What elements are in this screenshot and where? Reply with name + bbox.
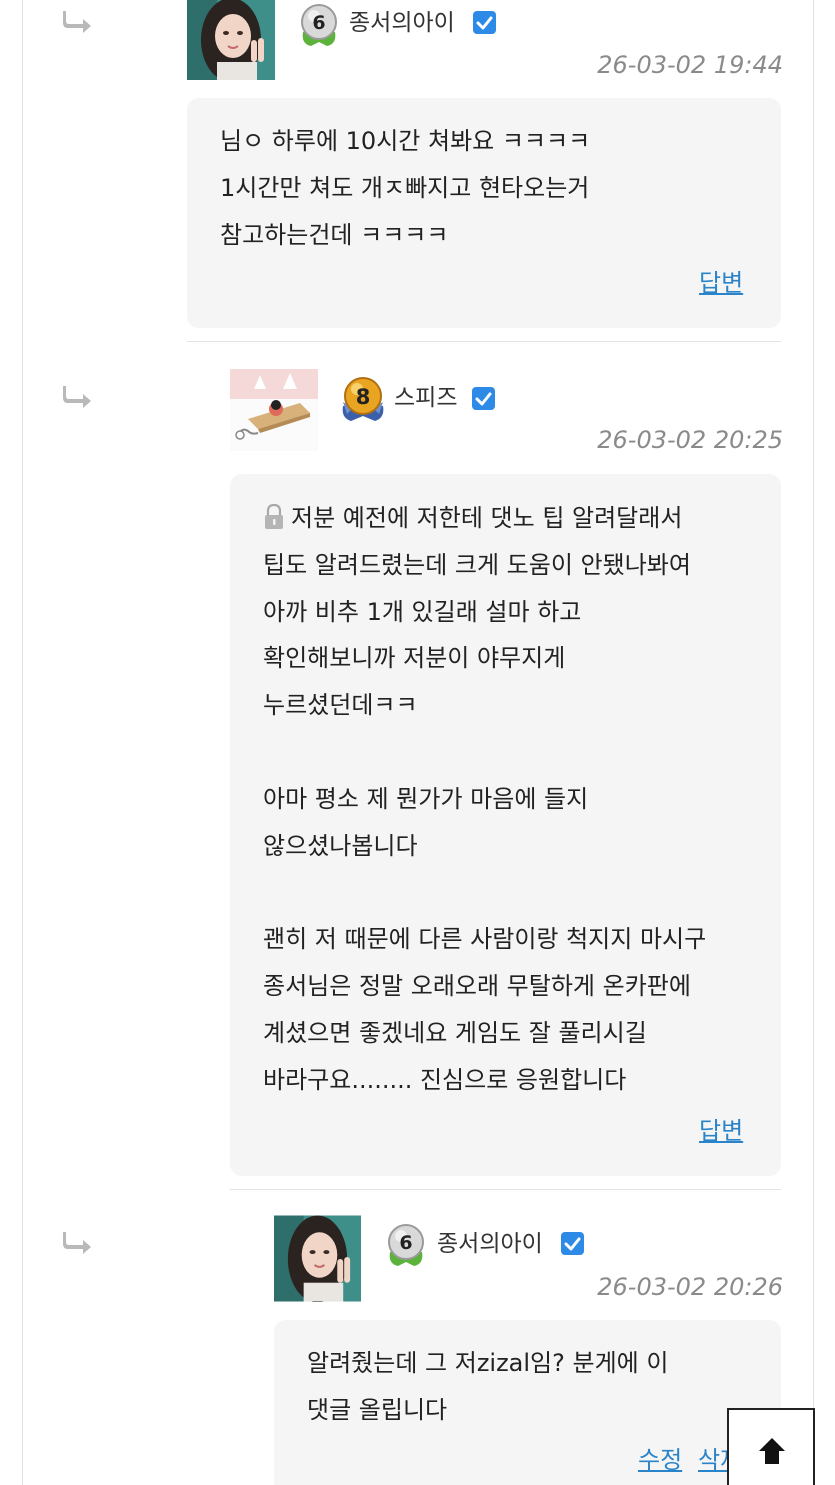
comment-line: 님ㅇ 하루에 10시간 쳐봐요 ㅋㅋㅋㅋ — [220, 127, 591, 155]
comment-bubble: 저분 예전에 저한테 댓노 팁 알려달래서 팁도 알려드렸는데 크게 도움이 안… — [230, 474, 781, 1176]
divider — [230, 1189, 781, 1190]
avatar[interactable] — [230, 369, 318, 451]
comment-line: 참고하는건데 ㅋㅋㅋㅋ — [220, 220, 449, 249]
check-badge-icon — [472, 387, 495, 410]
reply-arrow-icon — [63, 9, 93, 35]
comment-line: 종서님은 정말 오래오래 무탈하게 온카판에 — [263, 971, 691, 1000]
comment-bubble: 알려줬는데 그 저zizal임? 분게에 이 댓글 올립니다 수정 삭제 — [274, 1320, 781, 1485]
check-badge-icon — [561, 1232, 584, 1255]
reply-arrow-icon — [63, 1230, 93, 1256]
avatar[interactable] — [274, 1215, 361, 1302]
comment-line: 1시간만 쳐도 개ㅈ빠지고 현타오는거 — [220, 173, 590, 202]
level-badge-icon: 6 — [384, 1222, 428, 1266]
level-number: 6 — [312, 12, 325, 34]
comment-line: 확인해보니까 저분이 야무지게 — [263, 644, 566, 673]
lock-icon — [263, 504, 285, 530]
comment-line: 바라구요........ 진심으로 응원합니다 — [263, 1065, 627, 1094]
comment-line-text: 저분 예전에 저한테 댓노 팁 알려달래서 — [291, 504, 683, 532]
level-badge-icon: 6 — [297, 2, 341, 46]
comment-line: 팁도 알려드렸는데 크게 도움이 안됐나봐여 — [263, 550, 691, 579]
scroll-top-button[interactable] — [727, 1408, 815, 1485]
comment-body: 알려줬는데 그 저zizal임? 분게에 이 댓글 올립니다 — [307, 1340, 668, 1434]
comment-line: 누르셨던데ㅋㅋ — [263, 691, 418, 720]
reply-arrow-icon — [63, 384, 93, 410]
edit-link[interactable]: 수정 — [638, 1445, 682, 1475]
comment-line: 아마 평소 제 뭔가가 마음에 들지 — [263, 784, 589, 813]
avatar[interactable] — [187, 0, 275, 80]
divider — [187, 341, 781, 342]
comment-list: 6 종서의아이 26-03-02 19:44 님ㅇ 하루에 10시간 쳐봐요 ㅋ… — [22, 0, 814, 1485]
level-number: 8 — [356, 385, 371, 409]
comment-line: 아까 비추 1개 있길래 설마 하고 — [263, 597, 582, 626]
comment-date: 26-03-02 19:44 — [597, 51, 783, 79]
comment-body: 님ㅇ 하루에 10시간 쳐봐요 ㅋㅋㅋㅋ 1시간만 쳐도 개ㅈ빠지고 현타오는거… — [220, 118, 590, 258]
nickname[interactable]: 종서의아이 — [349, 8, 455, 38]
nickname[interactable]: 스피즈 — [394, 383, 457, 413]
comment-line: 계셨으면 좋겠네요 게임도 잘 풀리시길 — [263, 1018, 647, 1047]
comment-bubble: 님ㅇ 하루에 10시간 쳐봐요 ㅋㅋㅋㅋ 1시간만 쳐도 개ㅈ빠지고 현타오는거… — [187, 98, 781, 328]
arrow-up-icon — [759, 1438, 785, 1464]
reply-link[interactable]: 답변 — [699, 1116, 743, 1146]
comment-date: 26-03-02 20:26 — [597, 1273, 783, 1301]
comment-body: 저분 예전에 저한테 댓노 팁 알려달래서 팁도 알려드렸는데 크게 도움이 안… — [263, 495, 706, 1103]
comment-date: 26-03-02 20:25 — [597, 426, 783, 454]
reply-link[interactable]: 답변 — [699, 268, 743, 298]
level-badge-icon: 8 — [339, 376, 384, 421]
check-badge-icon — [473, 11, 496, 34]
nickname[interactable]: 종서의아이 — [437, 1229, 543, 1259]
comment-line: 않으셨나봅니다 — [263, 831, 418, 860]
comment-line: 알려줬는데 그 저zizal임? 분게에 이 — [307, 1349, 669, 1377]
level-number: 6 — [399, 1232, 412, 1254]
comment-line: 괜히 저 때문에 다른 사람이랑 척지지 마시구 — [263, 925, 707, 954]
comment-line: 댓글 올립니다 — [307, 1395, 448, 1424]
comment-line: 저분 예전에 저한테 댓노 팁 알려달래서 — [263, 495, 706, 542]
